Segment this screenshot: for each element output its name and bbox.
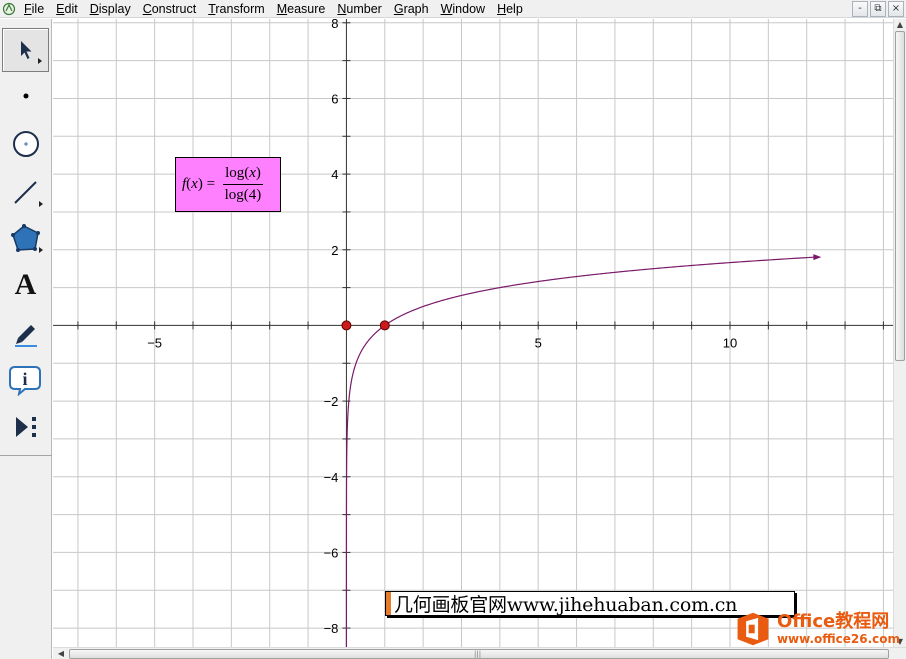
point-tool[interactable]: [2, 74, 49, 118]
circle-icon: [12, 131, 39, 157]
logo-brand: Office教程网: [776, 611, 890, 632]
tick-labels: −5 5 10 8 6 4 2 −2 −4 −6 −8: [147, 19, 737, 636]
close-button[interactable]: ×: [888, 1, 904, 17]
coordinate-graph[interactable]: −5 5 10 8 6 4 2 −2 −4 −6 −8: [53, 19, 893, 647]
arrow-pointer-icon: [20, 41, 31, 59]
plot-point[interactable]: [379, 320, 390, 331]
logo-url: www.office26.com: [776, 632, 900, 646]
menu-construct[interactable]: Construct: [137, 0, 203, 18]
vertical-scrollbar[interactable]: ▲ ▼: [893, 19, 906, 647]
scroll-grip-icon: |||: [474, 650, 482, 658]
y-tick-label: −8: [324, 621, 339, 636]
menu-measure[interactable]: Measure: [271, 0, 332, 18]
info-icon: i: [8, 366, 41, 396]
svg-text:i: i: [22, 369, 27, 389]
toolbox: A i: [0, 19, 52, 659]
marker-tool[interactable]: [2, 311, 49, 355]
office-logo-icon: [737, 612, 769, 646]
text-tool[interactable]: A: [2, 263, 49, 307]
toolbox-divider: [0, 455, 52, 456]
x-tick-label: 10: [723, 335, 737, 350]
y-tick-label: 6: [331, 91, 338, 106]
text-a-icon: A: [14, 268, 37, 301]
caption-marker: [386, 592, 391, 615]
function-label[interactable]: f(x) = log(x) log(4): [175, 157, 281, 212]
submenu-arrow-icon: [38, 58, 42, 64]
function-fraction: log(x) log(4): [223, 165, 263, 204]
y-tick-label: −4: [324, 470, 339, 485]
scroll-up-arrow-icon[interactable]: ▲: [894, 19, 906, 30]
function-plot[interactable]: [345, 254, 822, 647]
logo-text: Office教程网 www.office26.com: [777, 611, 900, 647]
menu-help[interactable]: Help: [491, 0, 529, 18]
menu-bar: File Edit Display Construct Transform Me…: [0, 0, 906, 18]
watermark-caption[interactable]: 几何画板官网www.jihehuaban.com.cn: [385, 591, 795, 616]
log-curve[interactable]: [345, 256, 815, 647]
menu-graph[interactable]: Graph: [388, 0, 435, 18]
function-denominator: log(4): [224, 187, 262, 203]
submenu-arrow-icon: [39, 247, 43, 253]
grid: [53, 19, 893, 647]
restore-button[interactable]: ⧉: [870, 1, 886, 17]
menu-edit[interactable]: Edit: [50, 0, 84, 18]
custom-tools[interactable]: [2, 405, 49, 449]
curve-arrowhead-icon: [813, 254, 822, 261]
minimize-button[interactable]: -: [852, 1, 868, 17]
polygon-tool[interactable]: [2, 216, 49, 260]
menu-transform[interactable]: Transform: [202, 0, 271, 18]
function-lhs: f(x) =: [182, 176, 216, 192]
custom-tools-icon: [15, 417, 36, 437]
y-tick-label: −6: [324, 545, 339, 560]
window-controls: - ⧉ ×: [852, 0, 906, 18]
selection-arrow-tool[interactable]: [2, 28, 49, 72]
segment-icon: [13, 181, 37, 204]
polygon-icon: [10, 224, 40, 252]
x-tick-label: 5: [535, 335, 542, 350]
straightedge-tool[interactable]: [2, 170, 49, 214]
y-tick-label: 4: [331, 167, 338, 182]
x-tick-label: −5: [147, 335, 162, 350]
menu-display[interactable]: Display: [84, 0, 137, 18]
vertical-scroll-thumb[interactable]: [895, 31, 905, 361]
information-tool[interactable]: i: [2, 358, 49, 402]
function-numerator: log(x): [223, 165, 263, 185]
submenu-arrow-icon: [39, 201, 43, 207]
menu-window[interactable]: Window: [435, 0, 491, 18]
y-tick-label: 8: [331, 19, 338, 31]
caption-text: 几何画板官网www.jihehuaban.com.cn: [394, 594, 738, 616]
compass-tool[interactable]: [2, 122, 49, 166]
app-icon[interactable]: [0, 0, 18, 18]
scroll-left-arrow-icon[interactable]: ◀: [55, 648, 67, 659]
menu-file[interactable]: File: [18, 0, 50, 18]
office26-logo: Office教程网 www.office26.com: [735, 600, 900, 658]
marker-pen-icon: [14, 325, 37, 347]
point-icon: [23, 93, 28, 99]
y-tick-label: 2: [331, 243, 338, 258]
y-tick-label: −2: [324, 394, 339, 409]
sketch-canvas[interactable]: −5 5 10 8 6 4 2 −2 −4 −6 −8: [53, 19, 893, 647]
menu-number[interactable]: Number: [331, 0, 387, 18]
plot-point[interactable]: [341, 320, 352, 331]
